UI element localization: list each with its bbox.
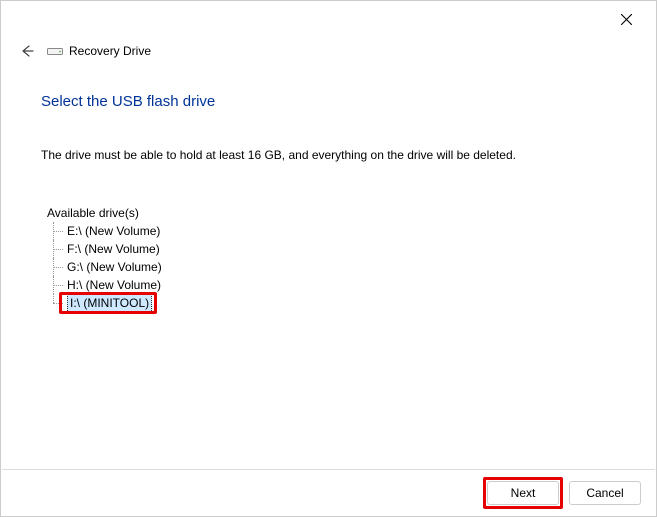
drive-item-label: G:\ (New Volume) <box>67 258 162 276</box>
footer: Next Cancel <box>2 469 655 515</box>
drive-item-label: F:\ (New Volume) <box>67 240 160 258</box>
drive-item[interactable]: F:\ (New Volume) <box>53 240 616 258</box>
drive-item-label: I:\ (MINITOOL) <box>67 293 152 313</box>
drive-item[interactable]: E:\ (New Volume) <box>53 222 616 240</box>
drive-item[interactable]: H:\ (New Volume) <box>53 276 616 294</box>
drive-icon <box>47 45 63 57</box>
back-button[interactable] <box>19 43 35 59</box>
drive-tree: E:\ (New Volume)F:\ (New Volume)G:\ (New… <box>53 222 616 312</box>
drive-item-label: H:\ (New Volume) <box>67 276 161 294</box>
drive-item[interactable]: I:\ (MINITOOL) <box>53 294 616 312</box>
next-button[interactable]: Next <box>487 481 559 505</box>
available-drives-label: Available drive(s) <box>47 206 616 220</box>
close-icon <box>621 14 632 25</box>
drive-item[interactable]: G:\ (New Volume) <box>53 258 616 276</box>
wizard-title: Recovery Drive <box>69 44 151 58</box>
close-button[interactable] <box>614 7 638 31</box>
arrow-left-icon <box>20 44 34 58</box>
drive-item-label: E:\ (New Volume) <box>67 222 160 240</box>
cancel-button[interactable]: Cancel <box>569 481 641 505</box>
instruction-text: The drive must be able to hold at least … <box>41 148 616 162</box>
page-heading: Select the USB flash drive <box>41 93 616 110</box>
